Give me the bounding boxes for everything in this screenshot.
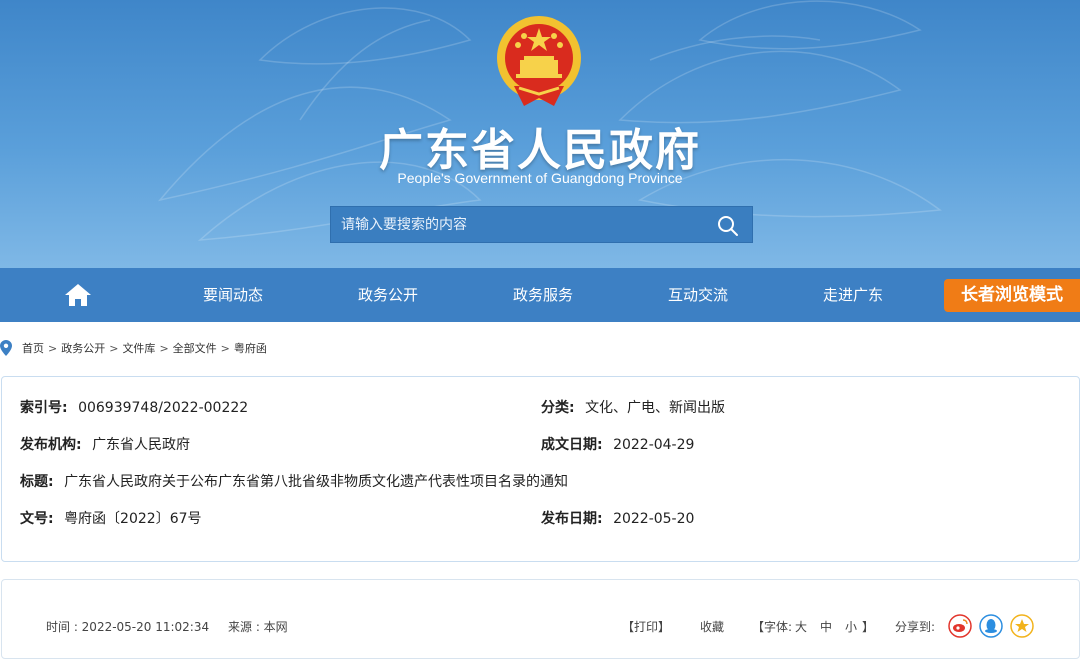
nav-item-interaction[interactable]: 互动交流 [648, 268, 748, 322]
doc-no-label: 文号: [20, 511, 54, 527]
nav-item-news[interactable]: 要闻动态 [183, 268, 283, 322]
nav-item-guangdong[interactable]: 走进广东 [803, 268, 903, 322]
category-value: 文化、广电、新闻出版 [585, 400, 726, 416]
title-label: 标题: [20, 474, 54, 490]
font-small-button[interactable]: 小 [845, 618, 857, 635]
breadcrumb-home[interactable]: 首页 [22, 340, 44, 356]
share-label: 分享到: [895, 620, 936, 634]
search-icon[interactable] [716, 214, 740, 238]
print-button[interactable]: 【打印】 [622, 618, 670, 635]
publish-date-row: 发布日期: 2022-05-20 [541, 508, 694, 528]
nav-item-gov-affairs[interactable]: 政务公开 [338, 268, 438, 322]
breadcrumb-file-library[interactable]: 文件库 [122, 340, 155, 356]
doc-no-value: 粤府函〔2022〕67号 [64, 511, 202, 527]
home-icon[interactable] [64, 282, 92, 308]
weibo-icon[interactable] [948, 614, 972, 638]
main-nav: 要闻动态 政务公开 政务服务 互动交流 走进广东 长者浏览模式 [0, 268, 1080, 322]
site-subtitle: People's Government of Guangdong Provinc… [397, 170, 683, 186]
issuer-label: 发布机构: [20, 437, 82, 453]
font-size-end: 】 [862, 620, 875, 634]
category-label: 分类: [541, 400, 575, 416]
site-title: 广东省人民政府 [379, 125, 701, 176]
article-source: 来源 : 本网 [228, 620, 288, 634]
category-row: 分类: 文化、广电、新闻出版 [541, 397, 725, 417]
breadcrumb-separator: > [48, 341, 58, 355]
written-date-value: 2022-04-29 [613, 437, 695, 453]
font-medium-button[interactable]: 中 [820, 618, 832, 635]
written-date-row: 成文日期: 2022-04-29 [541, 434, 694, 454]
location-pin-icon [0, 340, 12, 356]
index-label: 索引号: [20, 400, 68, 416]
font-size-label: 【字体: [752, 620, 793, 634]
breadcrumb-current[interactable]: 粤府函 [234, 340, 267, 356]
nav-item-services[interactable]: 政务服务 [493, 268, 593, 322]
qzone-icon[interactable] [1010, 614, 1034, 638]
site-header: 广东省人民政府 People's Government of Guangdong… [0, 0, 1080, 268]
breadcrumb-separator: > [220, 341, 230, 355]
elder-mode-button[interactable]: 长者浏览模式 [944, 279, 1080, 312]
index-row: 索引号: 006939748/2022-00222 [20, 397, 248, 417]
index-value: 006939748/2022-00222 [78, 400, 249, 416]
qq-icon[interactable] [979, 614, 1003, 638]
search-input[interactable] [331, 207, 711, 242]
written-date-label: 成文日期: [541, 437, 603, 453]
publish-time: 时间 : 2022-05-20 11:02:34 [46, 620, 210, 634]
font-large-button[interactable]: 大 [795, 618, 807, 635]
breadcrumb-gov-affairs[interactable]: 政务公开 [61, 340, 105, 356]
emblem-icon [497, 16, 581, 106]
article-panel: 时间 : 2022-05-20 11:02:34 来源 : 本网 【打印】 收藏… [1, 579, 1080, 659]
collect-button[interactable]: 收藏 [700, 618, 724, 635]
breadcrumb-all-files[interactable]: 全部文件 [173, 340, 217, 356]
search-bar [330, 206, 753, 243]
issuer-value: 广东省人民政府 [92, 437, 191, 453]
publish-date-value: 2022-05-20 [613, 511, 695, 527]
title-row: 标题: 广东省人民政府关于公布广东省第八批省级非物质文化遗产代表性项目名录的通知 [20, 471, 568, 491]
breadcrumb-separator: > [159, 341, 169, 355]
issuer-row: 发布机构: 广东省人民政府 [20, 434, 190, 454]
breadcrumb: 首页 > 政务公开 > 文件库 > 全部文件 > 粤府函 [0, 338, 267, 358]
document-info-panel: 索引号: 006939748/2022-00222 分类: 文化、广电、新闻出版… [1, 376, 1080, 562]
doc-no-row: 文号: 粤府函〔2022〕67号 [20, 508, 202, 528]
publish-date-label: 发布日期: [541, 511, 603, 527]
breadcrumb-separator: > [109, 341, 119, 355]
title-value: 广东省人民政府关于公布广东省第八批省级非物质文化遗产代表性项目名录的通知 [64, 474, 569, 490]
